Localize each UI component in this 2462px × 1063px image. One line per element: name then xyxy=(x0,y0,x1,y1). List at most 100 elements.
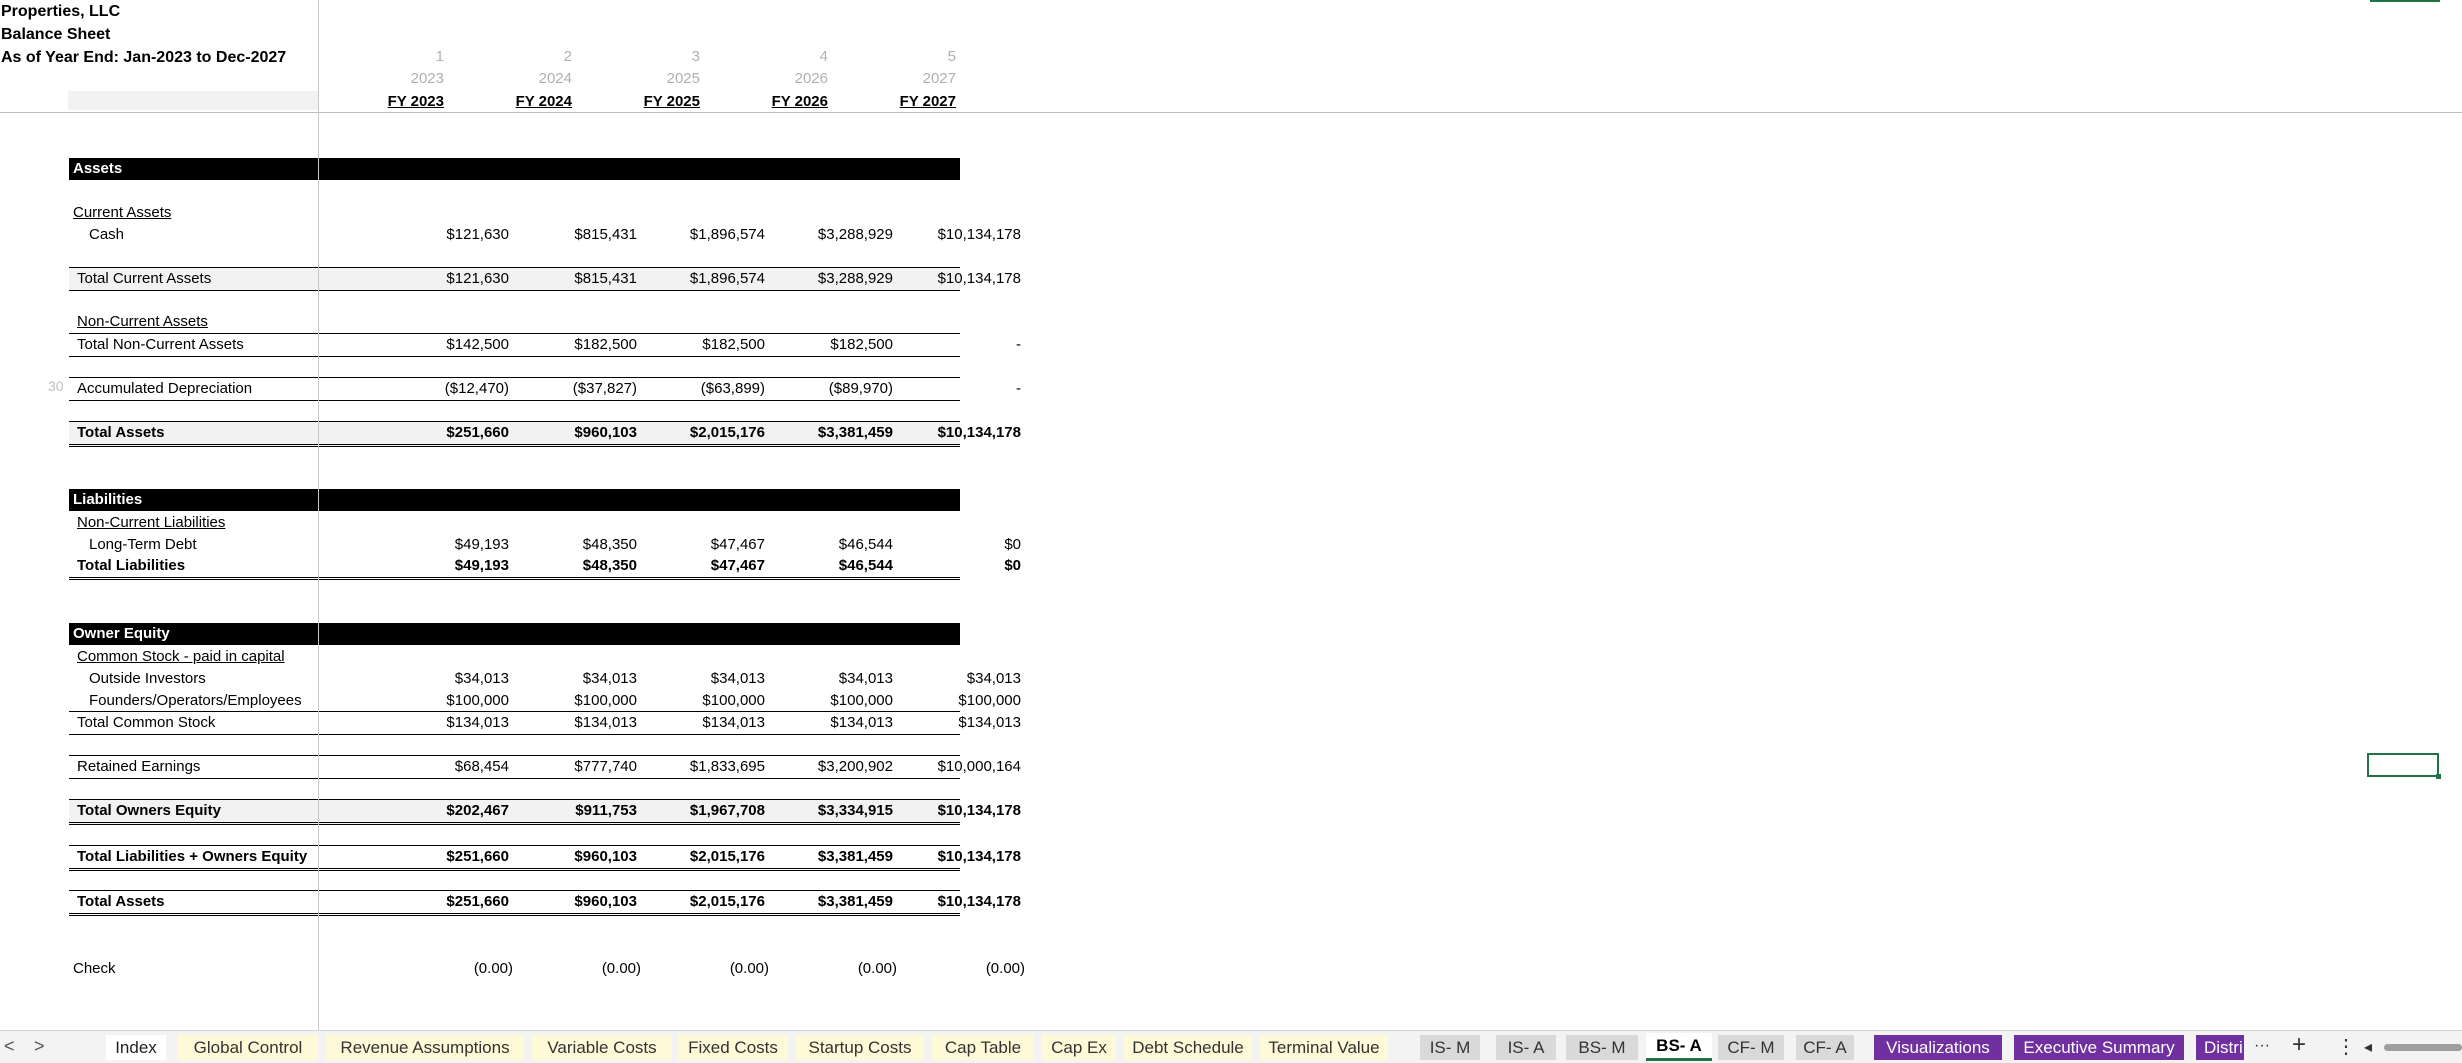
cell-fy2025[interactable]: $2,015,176 xyxy=(655,423,765,443)
cell-fy2027[interactable]: $10,134,178 xyxy=(911,801,1021,821)
col-fy-1[interactable]: FY 2023 xyxy=(354,93,444,110)
tab-revenue-assumptions[interactable]: Revenue Assumptions xyxy=(326,1035,524,1060)
cell-fy2026[interactable]: $46,544 xyxy=(783,556,893,576)
cell-fy2024[interactable]: $182,500 xyxy=(527,335,637,355)
tab-executive-summary[interactable]: Executive Summary xyxy=(2014,1035,2184,1060)
cell-fy2025[interactable]: $2,015,176 xyxy=(655,892,765,912)
cell-fy2024[interactable]: $134,013 xyxy=(527,713,637,733)
row-total-common-stock[interactable]: Total Common Stock $134,013 $134,013 $13… xyxy=(69,711,1021,735)
cell-fy2023[interactable]: $34,013 xyxy=(399,669,509,689)
row-long-term-debt[interactable]: Long-Term Debt $49,193 $48,350 $47,467 $… xyxy=(69,534,1021,556)
row-cash[interactable]: Cash $121,630 $815,431 $1,896,574 $3,288… xyxy=(69,224,1021,246)
cell-fy2026[interactable]: $3,381,459 xyxy=(783,847,893,867)
tab-cap-table[interactable]: Cap Table xyxy=(932,1035,1034,1060)
cell-fy2023[interactable]: $68,454 xyxy=(399,757,509,777)
cell-fy2023[interactable]: $49,193 xyxy=(399,556,509,576)
cell-fy2026[interactable]: $3,288,929 xyxy=(783,225,893,245)
cell-fy2023[interactable]: $251,660 xyxy=(399,892,509,912)
cell-fy2026[interactable]: $134,013 xyxy=(783,713,893,733)
cell-fy2027[interactable]: - xyxy=(911,379,1021,399)
row-outside-investors[interactable]: Outside Investors $34,013 $34,013 $34,01… xyxy=(69,668,1021,690)
cell-fy2025[interactable]: $1,896,574 xyxy=(655,269,765,289)
cell-fy2026[interactable]: $182,500 xyxy=(783,335,893,355)
row-retained-earnings[interactable]: Retained Earnings $68,454 $777,740 $1,83… xyxy=(69,755,1021,779)
cell-fy2025[interactable]: $1,833,695 xyxy=(655,757,765,777)
tab-cf-m[interactable]: CF- M xyxy=(1718,1035,1784,1060)
tab-debt-schedule[interactable]: Debt Schedule xyxy=(1124,1035,1252,1060)
cell-fy2026[interactable]: $3,200,902 xyxy=(783,757,893,777)
cell-fy2024[interactable]: $815,431 xyxy=(527,225,637,245)
cell-fy2023[interactable]: $121,630 xyxy=(399,269,509,289)
row-total-owners-equity[interactable]: Total Owners Equity $202,467 $911,753 $1… xyxy=(69,799,1021,825)
cell-fy2026[interactable]: $3,381,459 xyxy=(783,423,893,443)
cell-fy2024[interactable]: $960,103 xyxy=(527,423,637,443)
section-header-assets[interactable]: Assets xyxy=(69,158,960,180)
tab-global-control[interactable]: Global Control xyxy=(178,1035,318,1060)
col-fy-5[interactable]: FY 2027 xyxy=(866,93,956,110)
cell-fy2027[interactable]: $10,134,178 xyxy=(911,269,1021,289)
cell-fy2024[interactable]: $100,000 xyxy=(527,691,637,711)
tab-is-a[interactable]: IS- A xyxy=(1496,1035,1556,1060)
cell-fy2025[interactable]: ($63,899) xyxy=(655,379,765,399)
cell-fy2024[interactable]: $960,103 xyxy=(527,892,637,912)
cell-fy2023[interactable]: $142,500 xyxy=(399,335,509,355)
cell-fy2027[interactable]: $100,000 xyxy=(911,691,1021,711)
col-fy-3[interactable]: FY 2025 xyxy=(610,93,700,110)
row-total-assets[interactable]: Total Assets $251,660 $960,103 $2,015,17… xyxy=(69,421,1021,447)
row-total-assets-check[interactable]: Total Assets $251,660 $960,103 $2,015,17… xyxy=(69,890,1021,916)
row-total-non-current-assets[interactable]: Total Non-Current Assets $142,500 $182,5… xyxy=(69,333,1021,357)
scroll-left-button[interactable]: ◂ xyxy=(2364,1037,2372,1057)
cell-fy2025[interactable]: $34,013 xyxy=(655,669,765,689)
row-check[interactable]: Check (0.00) (0.00) (0.00) (0.00) (0.00) xyxy=(69,958,1025,980)
cell-fy2026[interactable]: $46,544 xyxy=(783,535,893,555)
cell-fy2025[interactable]: $1,967,708 xyxy=(655,801,765,821)
cell-fy2024[interactable]: ($37,827) xyxy=(527,379,637,399)
prev-sheet-button[interactable]: < xyxy=(4,1036,15,1057)
section-header-liabilities[interactable]: Liabilities xyxy=(69,489,960,511)
cell-fy2024[interactable]: $48,350 xyxy=(527,556,637,576)
cell-fy2024[interactable]: $34,013 xyxy=(527,669,637,689)
cell-fy2027[interactable]: (0.00) xyxy=(915,959,1025,979)
cell-fy2025[interactable]: (0.00) xyxy=(659,959,769,979)
active-cell-selection[interactable] xyxy=(2367,753,2441,779)
cell-fy2026[interactable]: $3,334,915 xyxy=(783,801,893,821)
tab-index[interactable]: Index xyxy=(106,1035,166,1060)
cell-fy2027[interactable]: $10,134,178 xyxy=(911,225,1021,245)
cell-fy2024[interactable]: $911,753 xyxy=(527,801,637,821)
tab-visualizations[interactable]: Visualizations xyxy=(1874,1035,2002,1060)
tab-startup-costs[interactable]: Startup Costs xyxy=(796,1035,924,1060)
cell-fy2025[interactable]: $134,013 xyxy=(655,713,765,733)
cell-fy2026[interactable]: $3,381,459 xyxy=(783,892,893,912)
tab-cf-a[interactable]: CF- A xyxy=(1796,1035,1854,1060)
cell-fy2023[interactable]: (0.00) xyxy=(403,959,513,979)
cell-fy2023[interactable]: $100,000 xyxy=(399,691,509,711)
cell-fy2023[interactable]: $121,630 xyxy=(399,225,509,245)
cell-fy2024[interactable]: $815,431 xyxy=(527,269,637,289)
row-non-current-assets[interactable]: Non-Current Assets xyxy=(69,311,960,333)
cell-fy2024[interactable]: $777,740 xyxy=(527,757,637,777)
cell-fy2025[interactable]: $47,467 xyxy=(655,535,765,555)
cell-fy2024[interactable]: (0.00) xyxy=(531,959,641,979)
more-sheets-button[interactable]: ··· xyxy=(2254,1037,2270,1055)
horizontal-scrollbar[interactable] xyxy=(2384,1044,2462,1051)
row-non-current-liabilities[interactable]: Non-Current Liabilities xyxy=(69,512,960,534)
row-total-liabilities-owners-equity[interactable]: Total Liabilities + Owners Equity $251,6… xyxy=(69,845,1021,871)
tab-is-m[interactable]: IS- M xyxy=(1420,1035,1480,1060)
cell-fy2023[interactable]: $251,660 xyxy=(399,423,509,443)
row-total-current-assets[interactable]: Total Current Assets $121,630 $815,431 $… xyxy=(69,267,1021,291)
cell-fy2027[interactable]: $10,134,178 xyxy=(911,892,1021,912)
tab-terminal-value[interactable]: Terminal Value xyxy=(1260,1035,1388,1060)
row-current-assets[interactable]: Current Assets xyxy=(69,202,960,224)
cell-fy2026[interactable]: (0.00) xyxy=(787,959,897,979)
section-header-owner-equity[interactable]: Owner Equity xyxy=(69,623,960,645)
cell-fy2026[interactable]: $34,013 xyxy=(783,669,893,689)
cell-fy2025[interactable]: $182,500 xyxy=(655,335,765,355)
cell-fy2027[interactable]: $10,134,178 xyxy=(911,847,1021,867)
cell-fy2027[interactable]: $10,134,178 xyxy=(911,423,1021,443)
fill-handle[interactable] xyxy=(2436,774,2441,779)
cell-fy2023[interactable]: $134,013 xyxy=(399,713,509,733)
cell-fy2024[interactable]: $48,350 xyxy=(527,535,637,555)
cell-fy2023[interactable]: $251,660 xyxy=(399,847,509,867)
add-sheet-button[interactable]: + xyxy=(2292,1031,2306,1059)
row-founders[interactable]: Founders/Operators/Employees $100,000 $1… xyxy=(69,690,1021,712)
